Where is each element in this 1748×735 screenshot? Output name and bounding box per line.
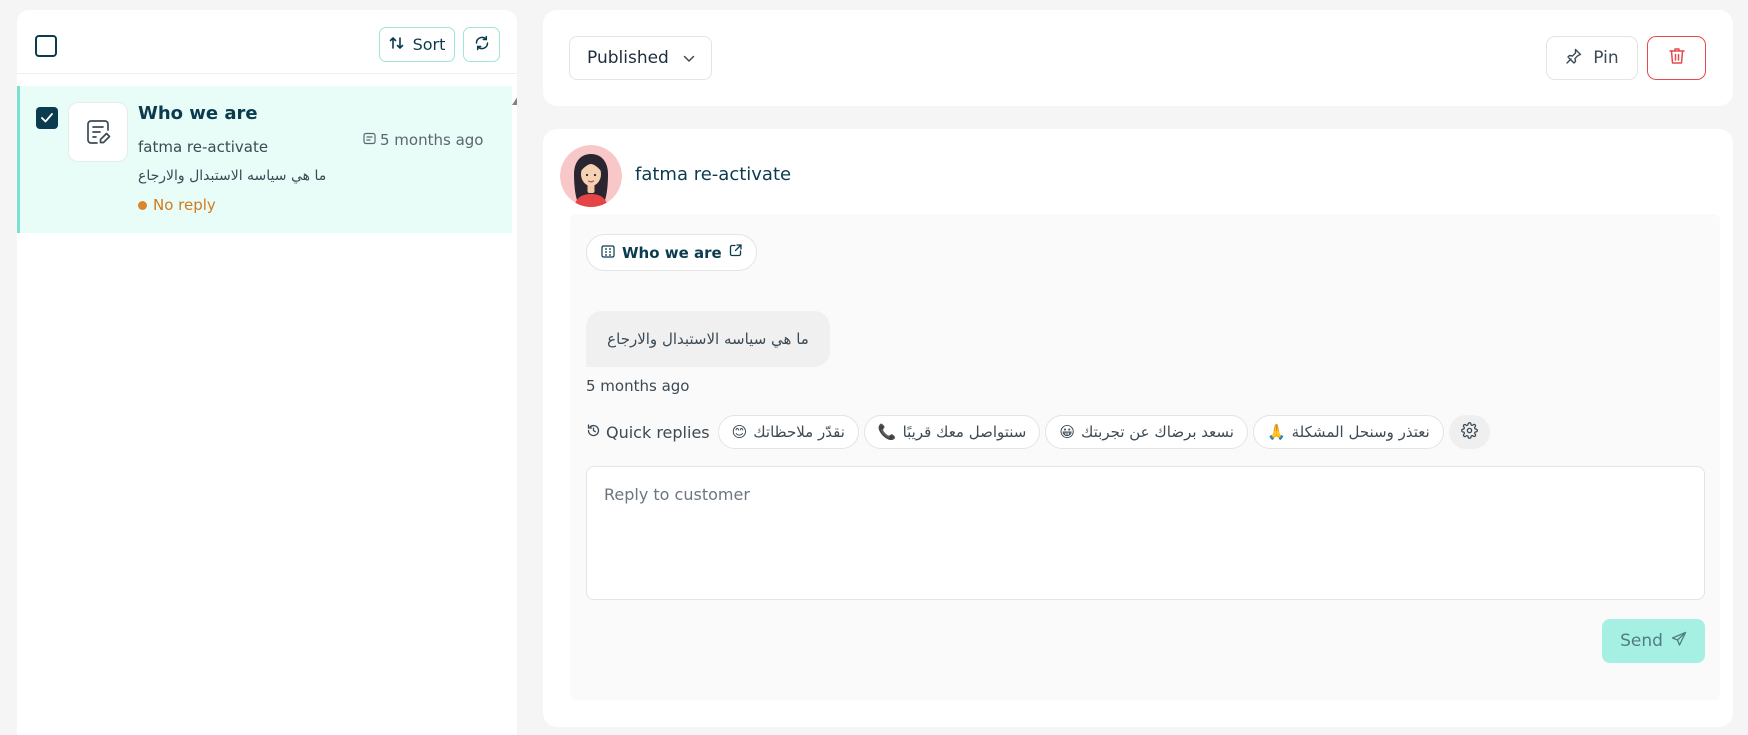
delete-button[interactable]: [1647, 36, 1706, 80]
refresh-icon: [473, 34, 491, 56]
item-time-text: 5 months ago: [380, 131, 484, 149]
history-icon: [586, 423, 601, 442]
status-dropdown[interactable]: Published: [569, 36, 712, 80]
phone-emoji-icon: 📞: [877, 423, 897, 441]
quick-reply-text: نعتذر وسنحل المشكلة: [1291, 423, 1430, 441]
quick-reply-chip[interactable]: 😊 نقدّر ملاحظاتك: [717, 415, 859, 449]
status-dot: [138, 200, 147, 210]
pin-button[interactable]: Pin: [1546, 36, 1638, 80]
calendar-icon: [363, 131, 376, 149]
select-all-checkbox[interactable]: [35, 35, 57, 57]
smile-emoji-icon: 😊: [731, 423, 748, 441]
article-edit-icon: [68, 102, 128, 162]
chat-thread: Who we are ما هي سياسه الاستبدال والارجا…: [570, 214, 1720, 700]
sort-arrows-icon: [389, 35, 405, 55]
list-header: Sort: [17, 10, 517, 74]
building-icon: [600, 243, 616, 263]
item-time: 5 months ago: [363, 131, 483, 149]
quick-reply-text: نقدّر ملاحظاتك: [753, 423, 845, 441]
send-label: Send: [1620, 631, 1663, 651]
quick-reply-chip[interactable]: 😀 نسعد برضاك عن تجربتك: [1045, 415, 1248, 449]
grin-emoji-icon: 😀: [1059, 423, 1076, 441]
item-title: Who we are: [138, 103, 258, 124]
quick-replies-settings-button[interactable]: [1448, 415, 1490, 449]
article-chip-label: Who we are: [622, 243, 722, 262]
item-customer: fatma re-activate: [138, 138, 269, 156]
pin-label: Pin: [1593, 48, 1619, 68]
quick-reply-chip[interactable]: 📞 سنتواصل معك قريبًا: [863, 415, 1041, 449]
status-text: No reply: [153, 196, 216, 214]
status-dropdown-value: Published: [587, 48, 669, 68]
chevron-down-icon: [683, 48, 695, 68]
customer-message-bubble: ما هي سياسه الاستبدال والارجاع: [586, 311, 830, 367]
item-message-preview: ما هي سياسه الاستبدال والارجاع: [138, 168, 327, 184]
conversation-list-item[interactable]: Who we are 5 months ago fatma re-activat…: [17, 86, 512, 233]
gear-icon: [1460, 421, 1478, 443]
item-checkbox[interactable]: [36, 107, 58, 129]
trash-icon: [1667, 46, 1687, 70]
conversation-list-panel: Sort Who we are 5 months ago fatma re-ac…: [17, 10, 517, 735]
quick-replies-row: Quick replies 😊 نقدّر ملاحظاتك 📞 سنتواصل…: [586, 414, 1490, 450]
status-badge: No reply: [138, 196, 216, 214]
quick-replies-text: Quick replies: [606, 422, 710, 442]
quick-reply-chip[interactable]: 🙏 نعتذر وسنحل المشكلة: [1252, 415, 1444, 449]
sort-label: Sort: [412, 35, 446, 54]
pray-emoji-icon: 🙏: [1266, 423, 1286, 441]
article-chip[interactable]: Who we are: [586, 234, 757, 271]
conversation-toolbar: Published Pin: [543, 10, 1733, 106]
external-link-icon[interactable]: [728, 243, 743, 262]
scroll-up-arrow[interactable]: [512, 96, 517, 105]
customer-name: fatma re-activate: [635, 164, 792, 185]
pin-icon: [1565, 47, 1583, 70]
chat-panel: fatma re-activate Who we are ما هي سياسه…: [543, 129, 1733, 727]
quick-reply-text: نسعد برضاك عن تجربتك: [1081, 423, 1234, 441]
quick-reply-text: سنتواصل معك قريبًا: [902, 423, 1027, 441]
send-button[interactable]: Send: [1602, 619, 1705, 663]
message-time: 5 months ago: [586, 377, 690, 395]
message-text: ما هي سياسه الاستبدال والارجاع: [607, 330, 809, 348]
list-scrollbar[interactable]: [511, 82, 517, 682]
avatar: [560, 145, 622, 207]
refresh-button[interactable]: [463, 27, 500, 62]
send-icon: [1671, 631, 1687, 652]
sort-button[interactable]: Sort: [379, 27, 455, 62]
reply-input[interactable]: [586, 466, 1705, 600]
quick-replies-label: Quick replies: [586, 423, 710, 442]
